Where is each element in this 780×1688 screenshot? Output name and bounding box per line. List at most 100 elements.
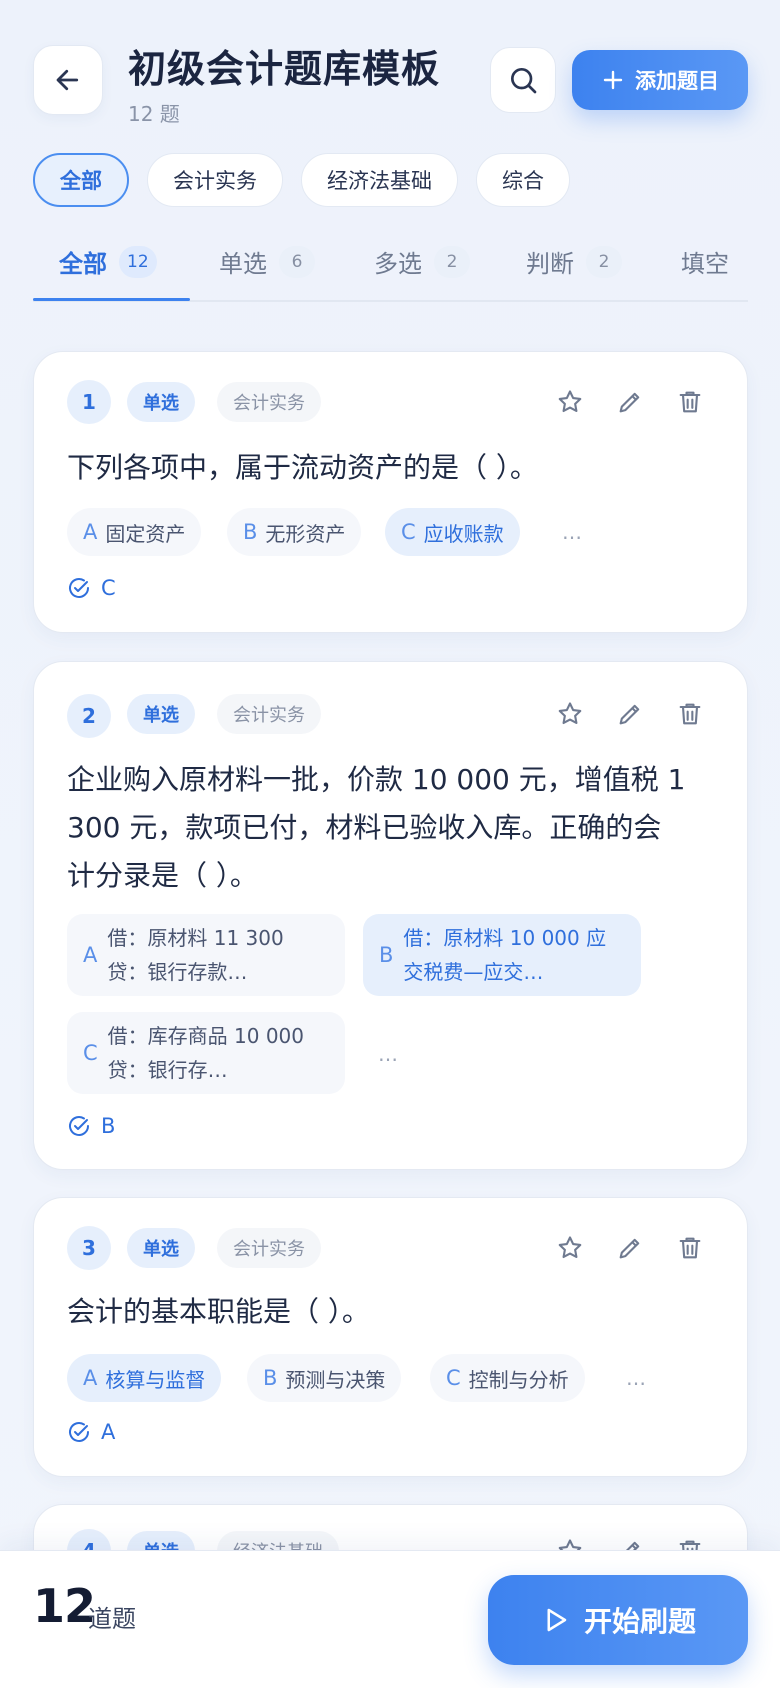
tab-label: 填空 <box>681 250 729 278</box>
question-card[interactable]: 2 单选 会计实务 企业购入原材料一批，价款 10 000 元，增值税 1 30… <box>33 661 748 1170</box>
favorite-button[interactable] <box>552 384 588 420</box>
option-letter: A <box>83 1366 98 1390</box>
star-icon <box>558 1236 582 1259</box>
subject-badge: 会计实务 <box>217 1228 321 1268</box>
option-text: 固定资产 <box>105 521 186 546</box>
tab-single-choice[interactable]: 单选 6 <box>219 244 315 279</box>
pencil-icon <box>619 1238 640 1259</box>
category-filter: 全部 会计实务 经济法基础 综合 <box>33 153 570 207</box>
category-chip-accounting-practice[interactable]: 会计实务 <box>147 153 283 207</box>
option-text: 借：原材料 10 000 应 交税费—应交… <box>403 926 607 984</box>
more-options-ellipsis: … <box>562 520 584 544</box>
pencil-icon <box>619 392 640 413</box>
option-a[interactable]: A 借：原材料 11 300 贷：银行存款… <box>67 914 345 996</box>
option-b[interactable]: B 预测与决策 <box>247 1354 402 1402</box>
tab-count-badge: 6 <box>279 245 315 278</box>
question-text: 企业购入原材料一批，价款 10 000 元，增值税 1 300 元，款项已付，材… <box>67 756 686 900</box>
tab-label: 判断 <box>526 250 574 278</box>
category-chip-all[interactable]: 全部 <box>33 153 129 207</box>
active-tab-indicator <box>33 298 190 301</box>
delete-button[interactable] <box>672 696 708 732</box>
correct-answer: C <box>67 576 116 600</box>
delete-button[interactable] <box>672 384 708 420</box>
question-card[interactable]: 3 单选 会计实务 会计的基本职能是（ ）。 A 核算与监督 B 预测与决策 C… <box>33 1197 748 1477</box>
plus-icon <box>603 70 623 90</box>
favorite-button[interactable] <box>552 1230 588 1266</box>
favorite-button[interactable] <box>552 696 588 732</box>
question-card[interactable]: 1 单选 会计实务 下列各项中，属于流动资产的是（ ）。 A 固定资产 B 无形… <box>33 351 748 633</box>
question-text-line: 企业购入原材料一批，价款 10 000 元，增值税 1 <box>67 763 686 796</box>
tab-count-badge: 2 <box>434 245 470 278</box>
correct-answer: A <box>67 1420 115 1444</box>
check-circle-icon <box>69 1116 89 1136</box>
edit-button[interactable] <box>612 1230 648 1266</box>
option-text: 无形资产 <box>265 521 346 546</box>
option-text: 预测与决策 <box>285 1367 386 1392</box>
category-chip-comprehensive[interactable]: 综合 <box>476 153 570 207</box>
answer-value: A <box>101 1420 116 1444</box>
option-c[interactable]: C 借：库存商品 10 000 贷：银行存… <box>67 1012 345 1094</box>
tab-all[interactable]: 全部 12 <box>59 244 157 279</box>
tab-fill-blank[interactable]: 填空 <box>681 244 729 279</box>
option-b-correct[interactable]: B 借：原材料 10 000 应 交税费—应交… <box>363 914 641 996</box>
option-letter: C <box>401 520 416 544</box>
check-circle-icon <box>69 578 89 598</box>
page-title: 初级会计题库模板 <box>128 47 441 91</box>
question-text: 会计的基本职能是（ ）。 <box>67 1295 370 1328</box>
option-b[interactable]: B 无形资产 <box>227 508 362 556</box>
question-number: 3 <box>67 1226 111 1270</box>
option-c[interactable]: C 控制与分析 <box>430 1354 585 1402</box>
start-practice-label: 开始刷题 <box>583 1605 696 1638</box>
total-question-label: 道题 <box>88 1605 136 1633</box>
option-text: 核算与监督 <box>105 1367 206 1392</box>
tab-label: 多选 <box>374 250 422 278</box>
answer-value: B <box>101 1114 116 1138</box>
option-a-correct[interactable]: A 核算与监督 <box>67 1354 222 1402</box>
play-icon <box>547 1608 567 1632</box>
tab-label: 单选 <box>219 250 267 278</box>
start-practice-button[interactable]: 开始刷题 <box>488 1575 748 1665</box>
question-text: 下列各项中，属于流动资产的是（ ）。 <box>67 451 538 484</box>
back-button[interactable] <box>33 45 103 115</box>
edit-button[interactable] <box>612 696 648 732</box>
subject-badge: 会计实务 <box>217 694 321 734</box>
search-button[interactable] <box>490 47 556 113</box>
bottom-action-bar: 12 道题 开始刷题 <box>0 1550 780 1688</box>
question-number: 1 <box>67 380 111 424</box>
type-badge: 单选 <box>127 1228 195 1268</box>
question-text-line: 300 元，款项已付，材料已验收入库。正确的会 <box>67 811 662 844</box>
option-letter: A <box>83 943 98 967</box>
option-text: 借：库存商品 10 000 贷：银行存… <box>107 1024 305 1082</box>
category-chip-economic-law[interactable]: 经济法基础 <box>301 153 458 207</box>
arrow-left-icon <box>56 69 79 91</box>
star-icon <box>558 390 582 413</box>
option-text: 控制与分析 <box>468 1367 569 1392</box>
option-a[interactable]: A 固定资产 <box>67 508 202 556</box>
option-letter: B <box>243 520 258 544</box>
edit-button[interactable] <box>612 384 648 420</box>
question-number: 2 <box>67 694 111 738</box>
tab-count-badge: 12 <box>119 245 157 278</box>
question-type-tabs: 全部 12 单选 6 多选 2 判断 2 填空 <box>33 230 748 302</box>
search-icon <box>510 68 537 94</box>
option-letter: B <box>379 943 394 967</box>
more-options-ellipsis: … <box>626 1366 648 1390</box>
question-count: 12 题 <box>128 102 180 126</box>
option-letter: A <box>83 520 98 544</box>
star-icon <box>558 702 582 725</box>
add-question-label: 添加题目 <box>635 69 719 93</box>
add-question-button[interactable]: 添加题目 <box>572 50 748 110</box>
correct-answer: B <box>67 1114 115 1138</box>
tab-label: 全部 <box>59 250 107 278</box>
subject-badge: 会计实务 <box>217 382 321 422</box>
delete-button[interactable] <box>672 1230 708 1266</box>
trash-icon <box>679 1237 701 1259</box>
tab-multiple-choice[interactable]: 多选 2 <box>374 244 470 279</box>
trash-icon <box>679 703 701 725</box>
tab-count-badge: 2 <box>586 245 622 278</box>
option-letter: C <box>83 1041 98 1065</box>
tab-true-false[interactable]: 判断 2 <box>526 244 622 279</box>
type-badge: 单选 <box>127 694 195 734</box>
option-c-correct[interactable]: C 应收账款 <box>385 508 520 556</box>
option-letter: B <box>263 1366 278 1390</box>
